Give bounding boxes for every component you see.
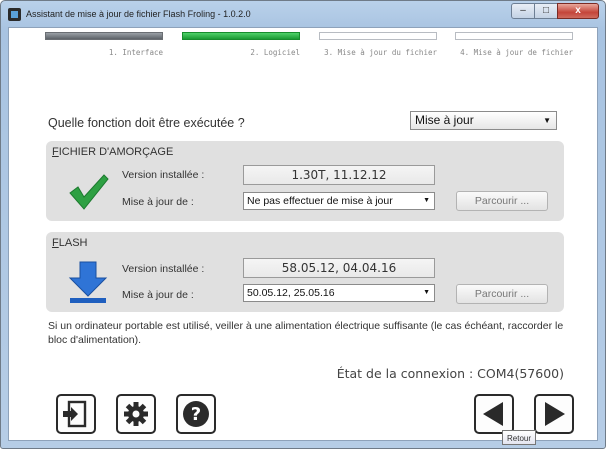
download-arrow-icon: [68, 261, 108, 303]
chevron-down-icon: ▼: [543, 116, 551, 125]
gear-icon: [124, 402, 148, 426]
help-icon: ?: [183, 401, 209, 427]
arrow-right-icon: [545, 402, 565, 426]
step-label: 3. Mise à jour du fichier: [324, 48, 437, 57]
flash-group: FLASH Version installée : 58.05.12, 04.0…: [46, 232, 564, 312]
flash-update-select[interactable]: 50.05.12, 25.05.16 ▼: [243, 284, 435, 302]
step-label: 1. Interface: [108, 48, 163, 57]
step-bar: [455, 32, 573, 40]
power-notice: Si un ordinateur portable est utilisé, v…: [48, 320, 564, 346]
function-select[interactable]: Mise à jour ▼: [410, 111, 557, 130]
help-button[interactable]: ?: [176, 394, 216, 434]
step-software: 2. Logiciel: [182, 32, 300, 57]
boot-file-group: FICHIER D'AMORÇAGE Version installée : 1…: [46, 141, 564, 221]
title-bar[interactable]: Assistant de mise à jour de fichier Flas…: [1, 1, 605, 27]
step-file-update-final: 4. Mise à jour de fichier: [455, 32, 573, 57]
flash-browse-button[interactable]: Parcourir ...: [456, 284, 548, 304]
step-file-update: 3. Mise à jour du fichier: [319, 32, 437, 57]
back-button[interactable]: [474, 394, 514, 434]
minimize-button[interactable]: –: [511, 3, 535, 19]
exit-icon: [63, 400, 87, 428]
close-button[interactable]: x: [557, 3, 599, 19]
connection-status: État de la connexion : COM4(57600): [336, 366, 564, 381]
svg-text:?: ?: [191, 404, 201, 425]
chevron-down-icon: ▼: [423, 289, 430, 296]
maximize-button[interactable]: □: [534, 3, 558, 19]
step-progress: 1. Interface 2. Logiciel 3. Mise à jour …: [45, 32, 573, 72]
next-button[interactable]: [534, 394, 574, 434]
step-label: 2. Logiciel: [250, 48, 300, 57]
boot-browse-button[interactable]: Parcourir ...: [456, 191, 548, 211]
boot-installed-label: Version installée :: [122, 169, 205, 181]
flash-update-value: 50.05.12, 25.05.16: [247, 287, 335, 299]
step-bar: [182, 32, 300, 40]
flash-installed-label: Version installée :: [122, 263, 205, 275]
step-label: 4. Mise à jour de fichier: [460, 48, 573, 57]
step-bar: [45, 32, 163, 40]
function-question: Quelle fonction doit être exécutée ?: [48, 116, 245, 130]
boot-update-value: Ne pas effectuer de mise à jour: [247, 195, 393, 207]
boot-file-title: FICHIER D'AMORÇAGE: [52, 146, 174, 158]
boot-update-select[interactable]: Ne pas effectuer de mise à jour ▼: [243, 192, 435, 210]
arrow-left-icon: [483, 402, 503, 426]
back-tooltip: Retour: [502, 430, 537, 445]
flash-title: FLASH: [52, 237, 88, 249]
app-icon: [8, 7, 21, 21]
boot-installed-version: 1.30T, 11.12.12: [243, 165, 435, 185]
function-select-value: Mise à jour: [415, 113, 474, 127]
step-interface: 1. Interface: [45, 32, 163, 57]
window-controls: – □ x: [511, 3, 599, 19]
checkmark-icon: [69, 174, 109, 210]
step-bar: [319, 32, 437, 40]
window-title: Assistant de mise à jour de fichier Flas…: [26, 9, 251, 19]
settings-button[interactable]: [116, 394, 156, 434]
flash-update-label: Mise à jour de :: [122, 289, 194, 301]
exit-button[interactable]: [56, 394, 96, 434]
boot-update-label: Mise à jour de :: [122, 196, 194, 208]
flash-installed-version: 58.05.12, 04.04.16: [243, 258, 435, 278]
chevron-down-icon: ▼: [423, 197, 430, 204]
